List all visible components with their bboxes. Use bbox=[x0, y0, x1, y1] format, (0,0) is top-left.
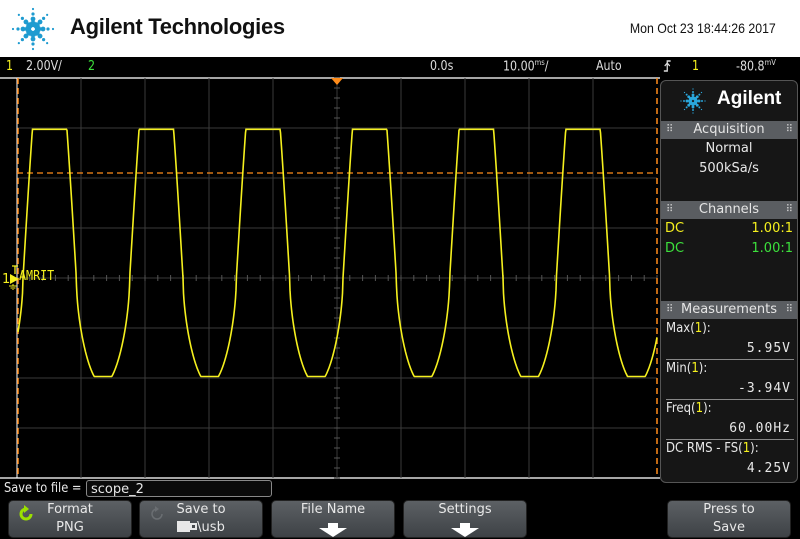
softkey-value: \usb bbox=[140, 520, 262, 535]
save-to-file-label: Save to file = bbox=[4, 481, 82, 496]
measurements-header[interactable]: ⠿ Measurements ⠿ bbox=[661, 301, 797, 319]
softkey-label: Save to bbox=[176, 502, 226, 517]
divider bbox=[666, 399, 794, 400]
time-scale-unit: ms bbox=[534, 58, 545, 67]
ground-marker-icon: 1 bbox=[2, 265, 19, 291]
channel-probe: 1.00:1 bbox=[751, 221, 793, 236]
agilent-spark-logo-icon bbox=[680, 88, 706, 114]
panel-logo: Agilent bbox=[661, 81, 797, 121]
settings-softkey[interactable]: Settings bbox=[403, 500, 527, 538]
channel-1-indicator[interactable]: 1 bbox=[6, 59, 13, 74]
rising-edge-icon bbox=[663, 59, 672, 77]
measurement-rms-value: 4.25V bbox=[746, 461, 791, 476]
usb-drive-icon bbox=[177, 521, 198, 532]
side-panel: Agilent ⠿ Acquisition ⠿ Normal 500kSa/s … bbox=[660, 80, 798, 483]
measurement-label: Min(1): bbox=[666, 361, 708, 376]
channel-probe: 1.00:1 bbox=[751, 241, 793, 256]
measurement-freq-value: 60.00Hz bbox=[729, 421, 791, 436]
drag-handle-icon: ⠿ bbox=[785, 204, 793, 215]
drag-handle-icon: ⠿ bbox=[666, 304, 673, 315]
measurement-label: Freq(1): bbox=[666, 401, 712, 416]
softkey-label: Format bbox=[47, 502, 93, 517]
channel-2-row[interactable]: DC 1.00:1 bbox=[665, 241, 793, 256]
acquisition-mode: Normal bbox=[705, 141, 753, 156]
drag-handle-icon: ⠿ bbox=[785, 124, 793, 135]
softkey-value: Save bbox=[713, 520, 745, 535]
header: Agilent Technologies Mon Oct 23 18:44:26… bbox=[0, 0, 800, 57]
timestamp: Mon Oct 23 18:44:26 2017 bbox=[630, 20, 776, 36]
measurements-title: Measurements bbox=[680, 302, 778, 317]
file-name-softkey[interactable]: File Name bbox=[271, 500, 395, 538]
acquisition-title: Acquisition bbox=[693, 122, 765, 137]
waveform-display[interactable] bbox=[0, 77, 660, 479]
softkey-label: File Name bbox=[300, 502, 366, 517]
time-scale[interactable]: 10.00ms/ bbox=[503, 58, 549, 75]
divider bbox=[666, 359, 794, 360]
softkey-value: PNG bbox=[56, 520, 84, 535]
channel-coupling: DC bbox=[665, 221, 685, 236]
time-offset[interactable]: 0.0s bbox=[430, 59, 453, 74]
filename-field[interactable]: scope_2 bbox=[86, 480, 272, 497]
trigger-position-marker bbox=[331, 78, 343, 85]
measurement-label: Max(1): bbox=[666, 321, 711, 336]
drag-handle-icon: ⠿ bbox=[785, 304, 793, 315]
channels-header[interactable]: ⠿ Channels ⠿ bbox=[661, 201, 797, 219]
measurement-max-value: 5.95V bbox=[746, 341, 791, 356]
trigger-level[interactable]: -80.8mV bbox=[736, 58, 776, 75]
softkey-label: Settings bbox=[438, 502, 492, 517]
channel-coupling: DC bbox=[665, 241, 685, 256]
save-to-softkey[interactable]: Save to \usb bbox=[139, 500, 263, 538]
status-bar: 1 2.00V/ 2 0.0s 10.00ms/ Auto 1 -80.8mV bbox=[0, 57, 800, 77]
trigger-mode[interactable]: Auto bbox=[596, 59, 622, 74]
channels-title: Channels bbox=[698, 202, 760, 217]
arrow-down-icon bbox=[451, 523, 479, 537]
agilent-spark-logo-icon bbox=[11, 7, 55, 51]
channel-label: AMRIT bbox=[19, 269, 55, 284]
channel-1-row[interactable]: DC 1.00:1 bbox=[665, 221, 793, 236]
press-to-save-softkey[interactable]: Press to Save bbox=[667, 500, 791, 538]
trigger-level-unit: mV bbox=[764, 58, 776, 67]
brand-title: Agilent Technologies bbox=[70, 14, 285, 39]
trigger-level-value: -80.8 bbox=[736, 59, 765, 75]
time-scale-value: 10.00 bbox=[503, 59, 535, 75]
drag-handle-icon: ⠿ bbox=[666, 204, 673, 215]
svg-text:1: 1 bbox=[2, 272, 10, 287]
graticule bbox=[0, 77, 660, 479]
measurement-label: DC RMS - FS(1): bbox=[666, 441, 759, 456]
drag-handle-icon: ⠿ bbox=[666, 124, 673, 135]
softkey-label: Press to bbox=[703, 502, 755, 517]
time-scale-suffix: / bbox=[544, 59, 549, 75]
acquisition-rate: 500kSa/s bbox=[699, 161, 759, 176]
arrow-down-icon bbox=[319, 523, 347, 537]
format-softkey[interactable]: Format PNG bbox=[8, 500, 132, 538]
divider bbox=[666, 439, 794, 440]
channel-1-scale[interactable]: 2.00V/ bbox=[26, 59, 62, 74]
measurement-min-value: -3.94V bbox=[738, 381, 791, 396]
channel-1-ground-marker[interactable]: 1 bbox=[2, 264, 20, 294]
channel-2-indicator[interactable]: 2 bbox=[88, 59, 95, 74]
acquisition-header[interactable]: ⠿ Acquisition ⠿ bbox=[661, 121, 797, 139]
trigger-source[interactable]: 1 bbox=[692, 59, 699, 74]
panel-brand: Agilent bbox=[717, 88, 782, 109]
